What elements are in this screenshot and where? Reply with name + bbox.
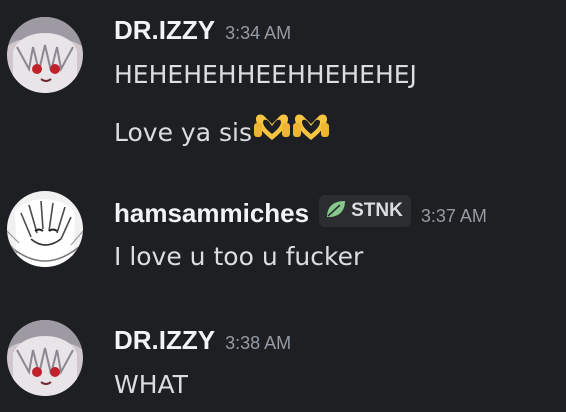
message-item: hamsammiches STNK 3:37 AM I love u too u f…: [0, 180, 566, 290]
message-header: DR.IZZY 3:38 AM: [114, 325, 291, 356]
timestamp[interactable]: 3:38 AM: [225, 333, 291, 353]
username[interactable]: hamsammiches: [114, 198, 309, 228]
avatar[interactable]: [7, 17, 83, 93]
message-text-line: Love ya sis: [114, 113, 330, 149]
username[interactable]: DR.IZZY: [114, 325, 215, 355]
guild-tag-label: STNK: [351, 200, 403, 221]
message-text: HEHEHEHHEEHHEHEHEJ: [114, 60, 417, 89]
leaf-icon: [325, 199, 347, 223]
message-item: DR.IZZY 3:34 AM HEHEHEHHEEHHEHEHEJ Love y…: [0, 0, 566, 170]
timestamp[interactable]: 3:34 AM: [225, 23, 291, 43]
message-text: WHAT: [114, 370, 188, 399]
guild-tag[interactable]: STNK: [319, 195, 411, 227]
timestamp[interactable]: 3:37 AM: [421, 206, 487, 226]
avatar[interactable]: [7, 191, 83, 267]
avatar[interactable]: [7, 320, 83, 396]
message-text: Love ya sis: [114, 118, 252, 147]
heart-hands-emoji: [292, 113, 330, 149]
message-text: I love u too u fucker: [114, 242, 364, 271]
message-header: DR.IZZY 3:34 AM: [114, 15, 291, 46]
message-item: DR.IZZY 3:38 AM WHAT: [0, 310, 566, 412]
heart-hands-emoji: [253, 113, 291, 149]
message-header: hamsammiches STNK 3:37 AM: [114, 195, 487, 229]
username[interactable]: DR.IZZY: [114, 15, 215, 45]
